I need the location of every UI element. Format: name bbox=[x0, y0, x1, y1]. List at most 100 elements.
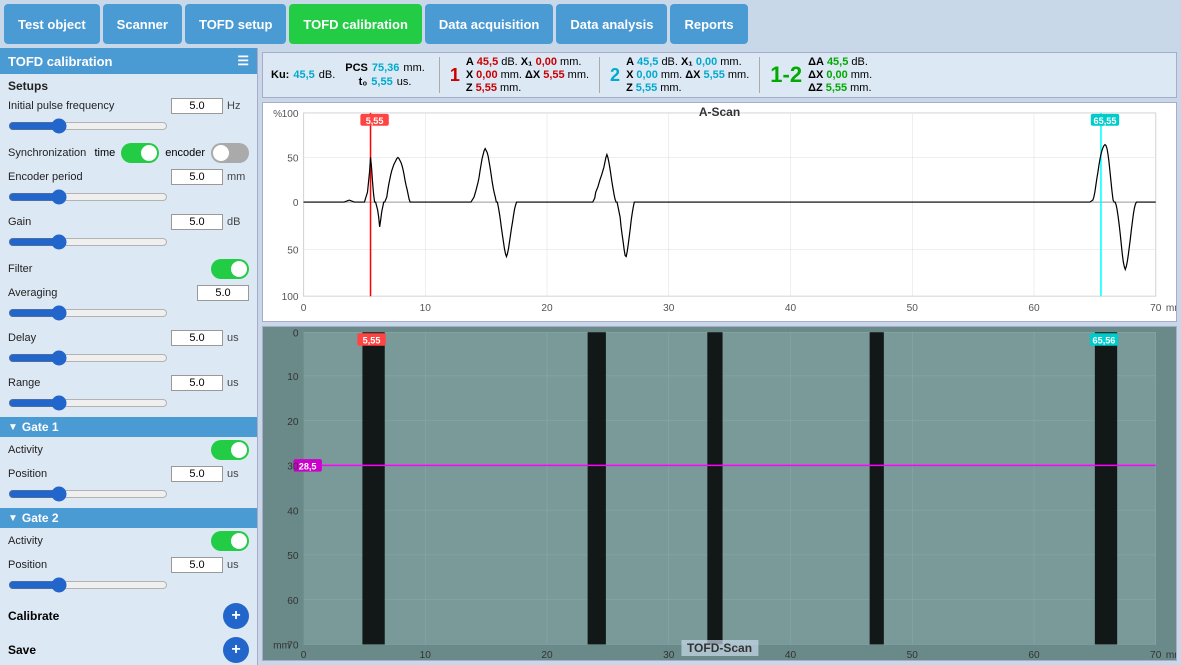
ch1-section: A 45,5 dB. X₁ 0,00 mm. X 0,00 mm. ΔX 5,5… bbox=[466, 56, 589, 94]
sync-label: Synchronization bbox=[8, 147, 88, 159]
nav-tofd-setup[interactable]: TOFD setup bbox=[185, 4, 286, 44]
gate2-position-input[interactable] bbox=[171, 557, 223, 573]
gate1-position-input[interactable] bbox=[171, 466, 223, 482]
averaging-row: Averaging bbox=[0, 282, 257, 304]
range-label: Range bbox=[8, 377, 167, 389]
encoder-period-input[interactable] bbox=[171, 169, 223, 185]
ch2-x-val: 0,00 bbox=[636, 69, 657, 81]
gate1-position-unit: us bbox=[227, 468, 249, 480]
ascan-container: A-Scan bbox=[262, 102, 1177, 322]
ch1-x1-label: X₁ bbox=[521, 56, 533, 68]
ch2-a-label: A bbox=[626, 56, 634, 68]
range-row: Range us bbox=[0, 372, 257, 394]
t0-unit: us. bbox=[397, 76, 412, 88]
calibrate-button[interactable]: + bbox=[223, 603, 249, 629]
menu-icon[interactable]: ☰ bbox=[237, 53, 249, 69]
gate2-position-slider[interactable] bbox=[8, 577, 168, 593]
gain-input[interactable] bbox=[171, 214, 223, 230]
svg-text:20: 20 bbox=[287, 417, 299, 428]
ku-label: Ku: bbox=[271, 69, 289, 81]
gate2-activity-row: Activity bbox=[0, 528, 257, 554]
initial-pulse-slider[interactable] bbox=[8, 118, 168, 134]
encoder-period-slider[interactable] bbox=[8, 189, 168, 205]
gate2-activity-toggle[interactable] bbox=[211, 531, 249, 551]
nav-test-object[interactable]: Test object bbox=[4, 4, 100, 44]
ch2-dx-label: ΔX bbox=[685, 69, 700, 81]
svg-text:100: 100 bbox=[282, 292, 299, 303]
range-input[interactable] bbox=[171, 375, 223, 391]
meas-divider-2 bbox=[599, 57, 600, 93]
ch2-x1-val: 0,00 bbox=[696, 56, 717, 68]
svg-text:28,5: 28,5 bbox=[299, 461, 317, 471]
ascan-title: A-Scan bbox=[699, 105, 740, 119]
encoder-period-row: Encoder period mm bbox=[0, 166, 257, 188]
save-button[interactable]: + bbox=[223, 637, 249, 663]
nav-tofd-calibration[interactable]: TOFD calibration bbox=[289, 4, 422, 44]
save-row: Save + bbox=[0, 633, 257, 665]
nav-data-analysis[interactable]: Data analysis bbox=[556, 4, 667, 44]
panel-header: TOFD calibration ☰ bbox=[0, 48, 257, 74]
gate2-position-row: Position us bbox=[0, 554, 257, 576]
delay-slider[interactable] bbox=[8, 350, 168, 366]
ch2-z-label: Z bbox=[626, 82, 633, 94]
nav-data-acquisition[interactable]: Data acquisition bbox=[425, 4, 553, 44]
diff-dx-val: 0,00 bbox=[826, 69, 847, 81]
range-slider[interactable] bbox=[8, 395, 168, 411]
pcs-section: PCS 75,36 mm. t₀ 5,55 us. bbox=[345, 62, 425, 88]
ch1-dx-label: ΔX bbox=[525, 69, 540, 81]
ch2-a-unit: dB. bbox=[661, 56, 678, 68]
ch1-z-val: 5,55 bbox=[476, 82, 497, 94]
ch2-x-unit: mm. bbox=[661, 69, 682, 81]
nav-reports[interactable]: Reports bbox=[670, 4, 747, 44]
measurements-bar: Ku: 45,5 dB. PCS 75,36 mm. t₀ 5,55 us. bbox=[262, 52, 1177, 98]
gate2-position-unit: us bbox=[227, 559, 249, 571]
tofd-chart: 5,55 65,56 28,5 0 10 20 30 40 50 bbox=[263, 327, 1176, 660]
nav-scanner[interactable]: Scanner bbox=[103, 4, 182, 44]
filter-toggle[interactable] bbox=[211, 259, 249, 279]
gate1-arrow-icon: ▼ bbox=[8, 422, 18, 433]
svg-text:70: 70 bbox=[1150, 650, 1162, 660]
ch1-x1-val: 0,00 bbox=[536, 56, 557, 68]
filter-label: Filter bbox=[8, 263, 207, 275]
svg-text:50: 50 bbox=[287, 154, 299, 165]
diff-dz-val: 5,55 bbox=[826, 82, 847, 94]
ch2-z-val: 5,55 bbox=[636, 82, 657, 94]
svg-text:mm: mm bbox=[273, 640, 290, 651]
encoder-period-label: Encoder period bbox=[8, 171, 167, 183]
gate1-activity-toggle[interactable] bbox=[211, 440, 249, 460]
diff-dz-label: ΔZ bbox=[808, 82, 823, 94]
ch1-dx-unit: mm. bbox=[568, 69, 589, 81]
gain-slider[interactable] bbox=[8, 234, 168, 250]
top-nav: Test object Scanner TOFD setup TOFD cali… bbox=[0, 0, 1181, 48]
delay-input[interactable] bbox=[171, 330, 223, 346]
svg-text:65,55: 65,55 bbox=[1094, 116, 1117, 126]
gate1-position-row: Position us bbox=[0, 463, 257, 485]
ch2-a-val: 45,5 bbox=[637, 56, 658, 68]
sync-encoder-toggle[interactable] bbox=[211, 143, 249, 163]
ch1-x1-unit: mm. bbox=[560, 56, 581, 68]
svg-text:5,55: 5,55 bbox=[366, 116, 384, 126]
t0-val: 5,55 bbox=[371, 76, 392, 88]
ch2-x1-unit: mm. bbox=[720, 56, 741, 68]
ku-unit: dB. bbox=[319, 69, 336, 81]
calibrate-row: Calibrate + bbox=[0, 599, 257, 633]
ch1-z-unit: mm. bbox=[500, 82, 521, 94]
svg-text:50: 50 bbox=[287, 246, 299, 257]
tofd-title: TOFD-Scan bbox=[681, 640, 758, 656]
averaging-input[interactable] bbox=[197, 285, 249, 301]
sync-time-toggle[interactable] bbox=[121, 143, 159, 163]
ch2-x1-label: X₁ bbox=[681, 56, 693, 68]
right-content: Ku: 45,5 dB. PCS 75,36 mm. t₀ 5,55 us. bbox=[258, 48, 1181, 665]
initial-pulse-freq-row: Initial pulse frequency Hz bbox=[0, 95, 257, 117]
initial-pulse-freq-input[interactable] bbox=[171, 98, 223, 114]
ch1-x-unit: mm. bbox=[501, 69, 522, 81]
ch1-dx-val: 5,55 bbox=[543, 69, 564, 81]
diff-dx-unit: mm. bbox=[851, 69, 872, 81]
svg-text:0: 0 bbox=[293, 198, 299, 209]
gate1-position-slider[interactable] bbox=[8, 486, 168, 502]
averaging-label: Averaging bbox=[8, 287, 193, 299]
averaging-slider[interactable] bbox=[8, 305, 168, 321]
gate2-header: ▼ Gate 2 bbox=[0, 508, 257, 528]
svg-text:60: 60 bbox=[1028, 303, 1040, 314]
gate1-activity-label: Activity bbox=[8, 444, 207, 456]
